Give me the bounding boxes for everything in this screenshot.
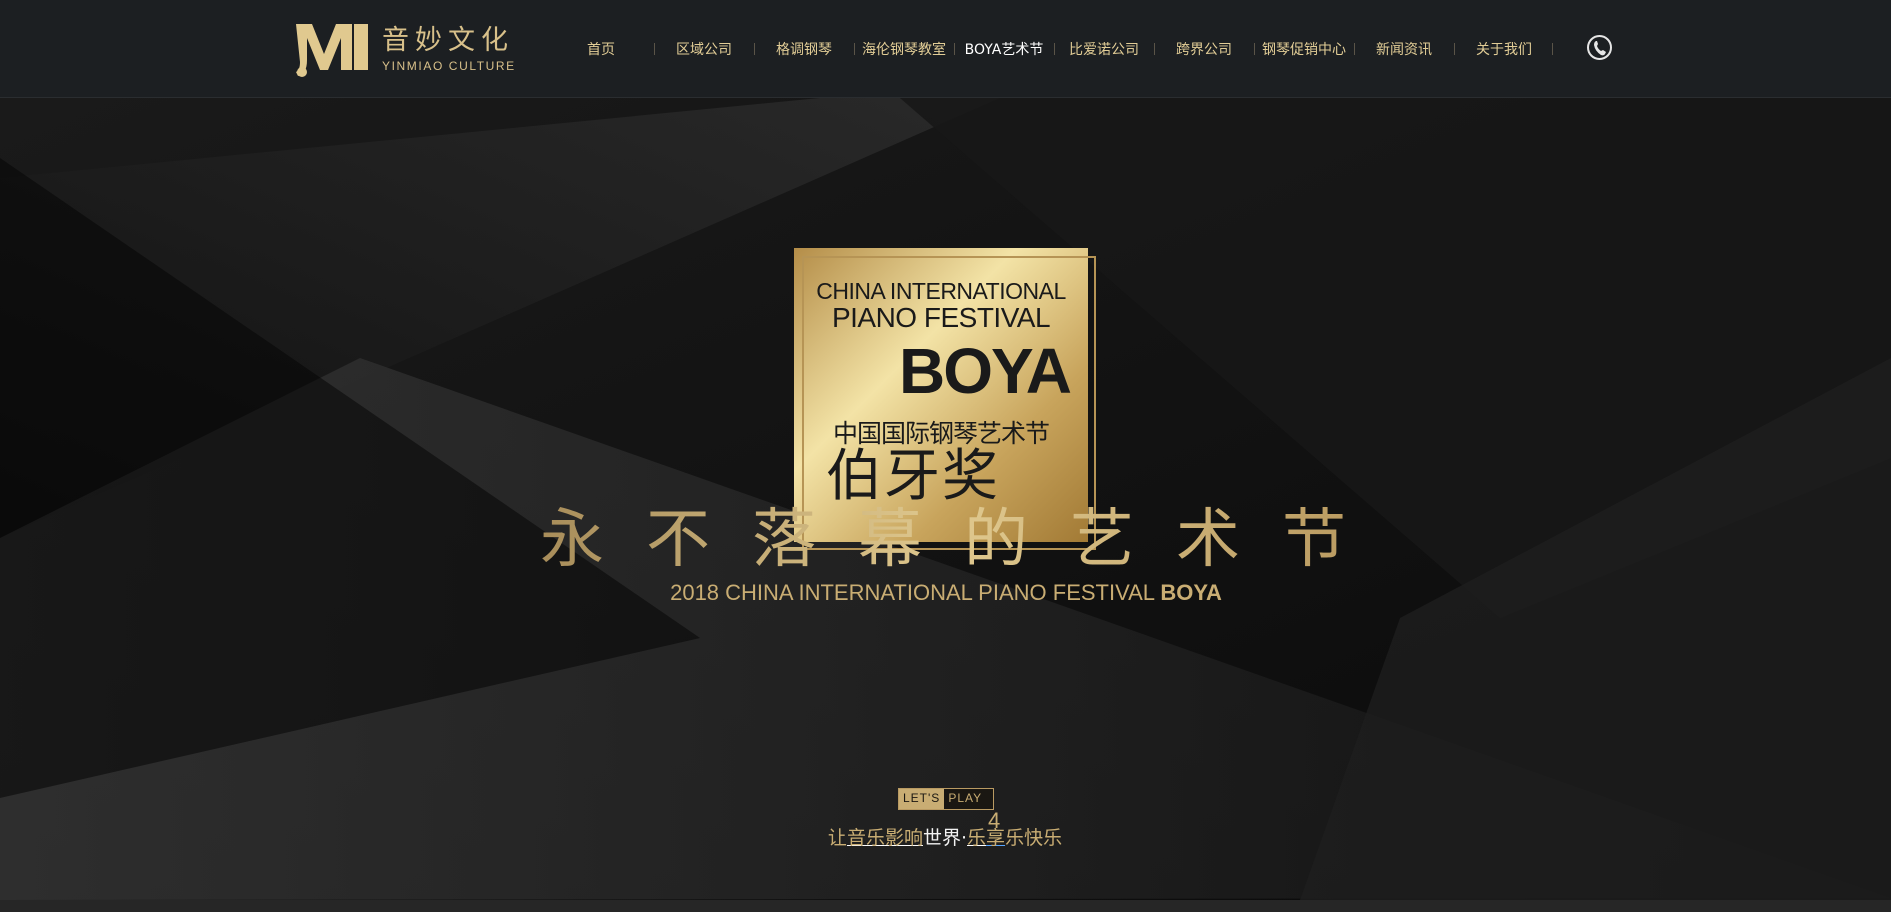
nav-home[interactable]: 首页 [548,36,654,62]
play-label: PLAY [948,791,983,805]
ym-logo-icon [296,24,368,77]
slogan-en-brand: BOYA [1160,580,1222,605]
nav-crossover[interactable]: 跨界公司 [1154,36,1254,62]
site-header: 音妙文化 YINMIAO CULTURE 首页 区域公司 格调钢琴 海伦钢琴教室… [0,0,1891,114]
nav-about[interactable]: 关于我们 [1454,36,1554,62]
tagline-part: 影响 [884,827,923,849]
slogan-en: 2018 CHINA INTERNATIONAL PIANO FESTIVAL … [560,580,1332,606]
badge-line1: CHINA INTERNATIONAL [816,278,1066,304]
logo-text: 音妙文化 YINMIAO CULTURE [382,25,516,73]
lets-play-badge: LET'S PLAY [898,788,994,810]
logo-en: YINMIAO CULTURE [382,59,516,73]
tagline-part: 音乐 [846,827,885,849]
phone-icon [1593,40,1606,55]
nav-divider [1552,43,1553,55]
tagline-part: 乐 [967,827,987,849]
badge-line2: PIANO FESTIVAL [831,302,1051,333]
tagline-part: 享 [986,827,1006,849]
site-logo[interactable]: 音妙文化 YINMIAO CULTURE [294,20,520,78]
slogan-en-text: 2018 CHINA INTERNATIONAL PIANO FESTIVAL [670,580,1161,605]
nav-news[interactable]: 新闻资讯 [1354,36,1454,62]
nav-boya-festival[interactable]: BOYA艺术节 [954,36,1054,62]
tagline-part: 让 [827,827,847,849]
logo-cn: 音妙文化 [382,25,514,56]
lets-label: LET'S [899,789,945,809]
tagline[interactable]: 让音乐影响世界·乐享乐快乐 [800,823,1090,850]
nav-hailun-classroom[interactable]: 海伦钢琴教室 [854,36,954,62]
tagline-part: 世界 [922,827,961,849]
main-nav: 首页 区域公司 格调钢琴 海伦钢琴教室 BOYA艺术节 比爱诺公司 跨界公司 钢… [548,36,1554,62]
bottom-bar [0,900,1891,912]
nav-gediao-piano[interactable]: 格调钢琴 [754,36,854,62]
badge-brand: BOYA [898,335,1072,407]
nav-regional[interactable]: 区域公司 [654,36,754,62]
nav-binuo[interactable]: 比爱诺公司 [1054,36,1154,62]
nav-promo-center[interactable]: 钢琴促销中心 [1254,36,1354,62]
slogan-cn: 永不落幕的艺术节 [540,488,1360,580]
phone-button[interactable] [1587,35,1612,60]
tagline-part: 乐快乐 [1005,827,1063,849]
hero-banner: CHINA INTERNATIONAL PIANO FESTIVAL BOYA … [0,98,1891,900]
